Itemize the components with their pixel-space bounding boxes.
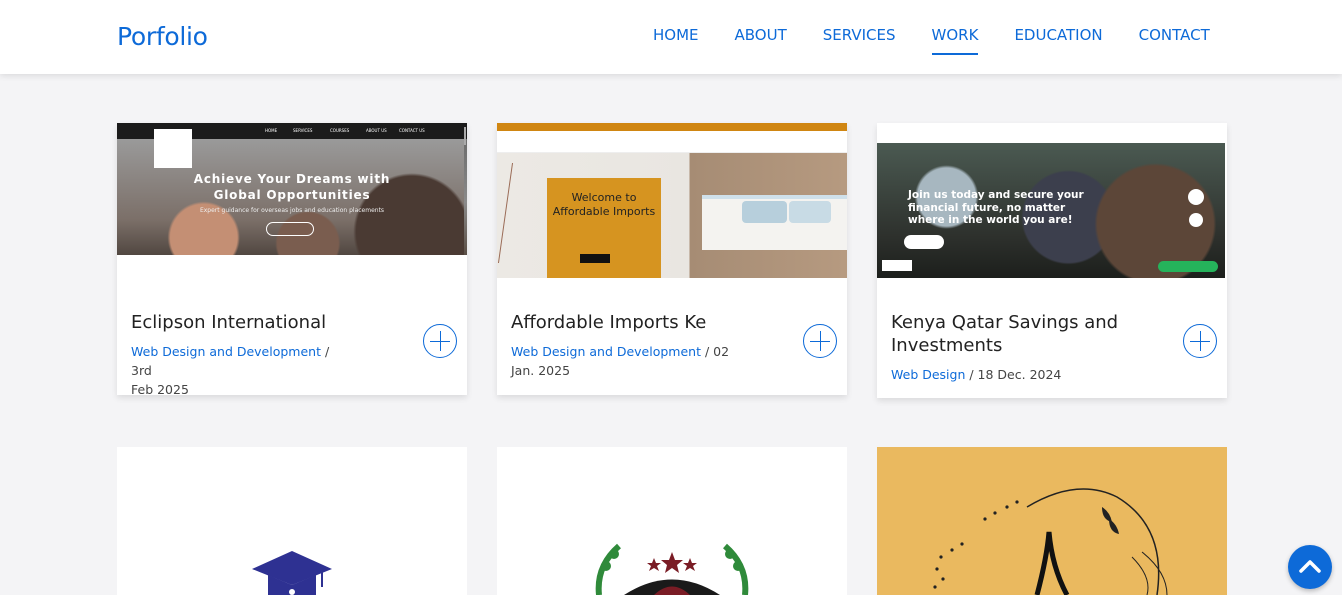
pillow-image	[742, 201, 787, 223]
project-date: / 02	[701, 344, 730, 359]
site-header: Porfolio HOME ABOUT SERVICES WORK EDUCAT…	[0, 0, 1342, 74]
thumb-subline: Expert guidance for overseas jobs and ed…	[199, 207, 385, 214]
graduation-cap-icon	[252, 551, 332, 595]
thumb-logo	[154, 129, 192, 168]
project-title[interactable]: Eclipson International	[131, 311, 391, 334]
project-meta: Web Design and Development / 3rd Feb 202…	[131, 342, 351, 399]
project-title[interactable]: Affordable Imports Ke	[511, 311, 771, 334]
project-meta: Web Design and Development / 02 Jan. 202…	[511, 342, 731, 380]
portfolio-card-affordable-imports[interactable]: Welcome to Affordable Imports Affordable…	[497, 123, 847, 395]
brand-logo[interactable]: Porfolio	[117, 22, 208, 51]
nav-services[interactable]: SERVICES	[823, 26, 896, 56]
thumb-headline: Join us today and secure your financial …	[908, 189, 1084, 226]
thumb-headline: Welcome to Affordable Imports	[552, 191, 656, 218]
thumb-topbar	[497, 123, 847, 131]
nav-home[interactable]: HOME	[653, 26, 699, 56]
thumb-explore-button	[266, 222, 314, 236]
project-category[interactable]: Web Design and Development	[511, 344, 701, 359]
nav-contact[interactable]: CONTACT	[1139, 26, 1210, 56]
whatsapp-chat-button	[1158, 261, 1218, 272]
scroll-to-top-button[interactable]	[1288, 545, 1332, 589]
project-date-cont: Feb 2025	[131, 382, 189, 397]
thumb-navbar	[497, 131, 847, 153]
thumb-scrollbar	[464, 127, 466, 145]
thumb-explore-button	[580, 254, 610, 263]
language-selector	[882, 260, 912, 271]
slider-next-icon	[1188, 189, 1204, 205]
project-thumbnail[interactable]: Join us today and secure your financial …	[877, 123, 1227, 278]
thumb-nav-item: COURSES	[330, 128, 350, 133]
nav-education[interactable]: EDUCATION	[1014, 26, 1102, 56]
thumb-join-button	[904, 235, 944, 249]
nav-about[interactable]: ABOUT	[735, 26, 787, 56]
calligraphy-artwork	[933, 488, 1168, 595]
chevron-up-icon	[1299, 560, 1321, 573]
plus-circle-icon[interactable]	[803, 324, 837, 358]
plus-circle-icon[interactable]	[1183, 324, 1217, 358]
portfolio-card-eclipson[interactable]: HOME SERVICES COURSES ABOUT US CONTACT U…	[117, 123, 467, 397]
project-thumbnail[interactable]: HOME SERVICES COURSES ABOUT US CONTACT U…	[117, 123, 467, 255]
portfolio-card-artwork[interactable]	[877, 447, 1227, 595]
portfolio-card-kenya-qatar[interactable]: Join us today and secure your financial …	[877, 123, 1227, 398]
project-thumbnail[interactable]: Welcome to Affordable Imports	[497, 123, 847, 278]
thumb-nav-item: HOME	[265, 128, 278, 133]
project-title[interactable]: Kenya Qatar Savings and Investments	[891, 311, 1151, 357]
slider-down-icon	[1189, 213, 1203, 227]
plus-circle-icon[interactable]	[423, 324, 457, 358]
emblem-logo	[584, 536, 760, 595]
thumb-headline: Achieve Your Dreams with Global Opportun…	[193, 172, 391, 202]
project-date-cont: Jan. 2025	[511, 363, 571, 378]
project-meta: Web Design / 18 Dec. 2024	[891, 365, 1191, 384]
thumb-nav-item: ABOUT US	[366, 128, 387, 133]
project-category[interactable]: Web Design and Development	[131, 344, 321, 359]
nav-work[interactable]: WORK	[931, 26, 978, 56]
project-category[interactable]: Web Design	[891, 367, 965, 382]
main-nav: HOME ABOUT SERVICES WORK EDUCATION CONTA…	[653, 26, 1246, 56]
pillow-image	[789, 201, 831, 223]
project-date: / 18 Dec. 2024	[965, 367, 1062, 382]
thumb-nav-item: CONTACT US	[399, 128, 425, 133]
thumb-nav-item: SERVICES	[293, 128, 313, 133]
thumb-navbar	[877, 123, 1227, 143]
